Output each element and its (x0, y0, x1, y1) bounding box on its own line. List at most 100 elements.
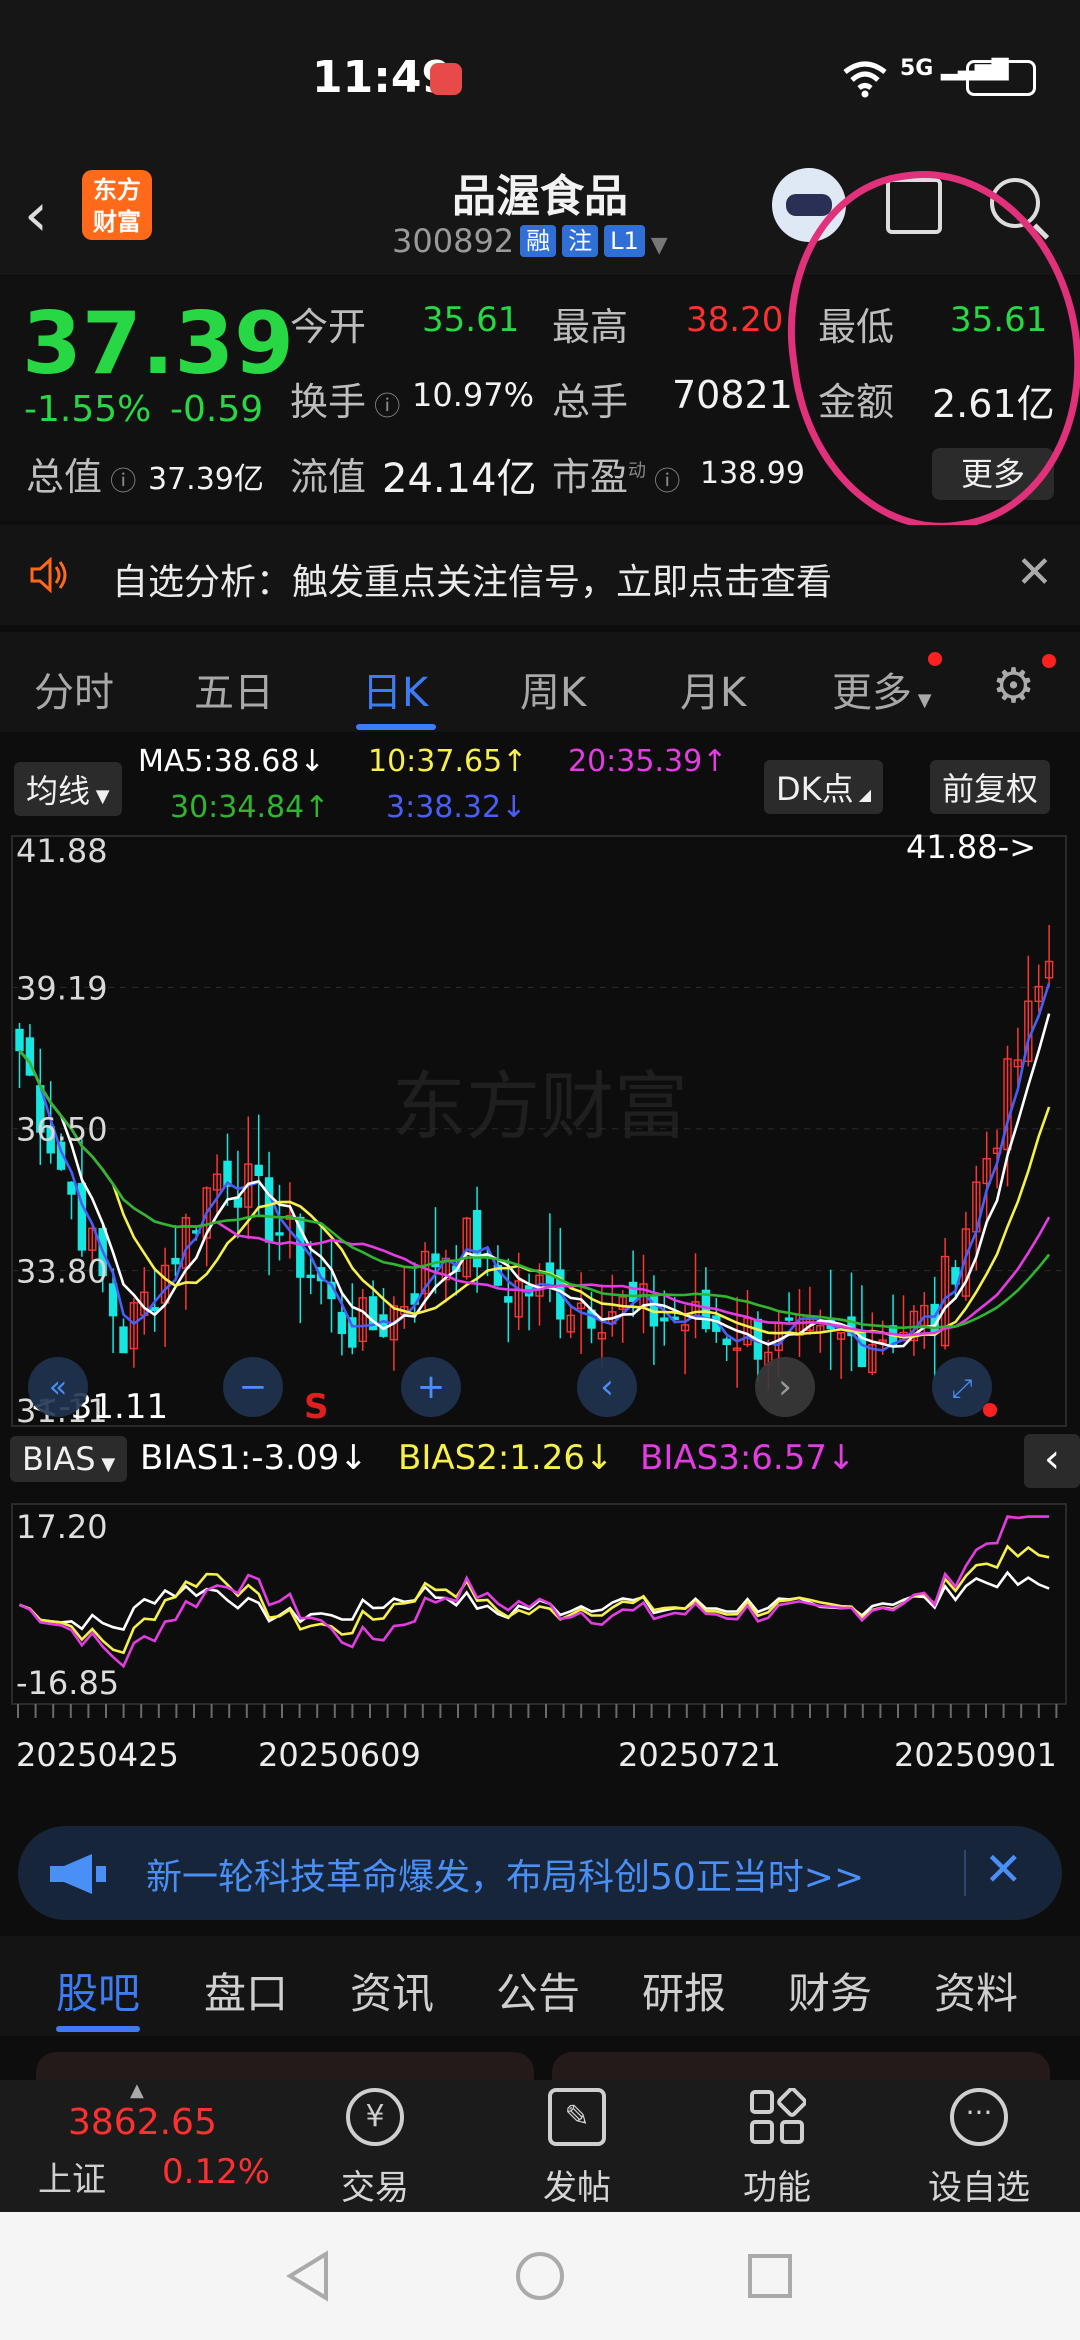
open-label: 今开 (290, 305, 367, 349)
chevron-right-icon: › (778, 1367, 792, 1407)
tab-forum[interactable]: 股吧 (56, 1960, 140, 2021)
date-tick: 20250721 (618, 1736, 781, 1774)
nav-label: 交易 (341, 2168, 409, 2208)
index-value[interactable]: 3862.65 (68, 2102, 217, 2143)
dk-point-button[interactable]: DK点 ◢ (764, 760, 884, 814)
registration-tag: 注 (562, 225, 599, 257)
tab-five-day[interactable]: 五日 (194, 660, 274, 718)
candle-body (67, 1181, 76, 1195)
bias-legend: BIAS ▼ BIAS1:-3.09↓ BIAS2:1.26↓ BIAS3:6.… (0, 1430, 1080, 1490)
x-axis-dates: 20250425 20250609 20250721 20250901 (0, 1736, 1080, 1806)
open-value: 35.61 (422, 300, 520, 340)
nav-functions[interactable]: 功能 (712, 2087, 842, 2209)
red-dot-badge (928, 652, 942, 666)
tab-order-book[interactable]: 盘口 (204, 1960, 288, 2021)
y-tick-label: 39.19 (16, 969, 108, 1007)
market-cap-label[interactable]: 总值 ⓘ (26, 446, 136, 501)
wifi-icon (843, 61, 887, 98)
candle-body (504, 1296, 513, 1303)
tab-announcements[interactable]: 公告 (496, 1960, 580, 2021)
tab-research[interactable]: 研报 (642, 1960, 726, 2021)
red-dot-badge (983, 1403, 997, 1417)
date-tick: 20250609 (258, 1736, 421, 1774)
nav-label: 设自选 (928, 2168, 1030, 2208)
nav-trade[interactable]: ¥ 交易 (310, 2088, 440, 2209)
stock-code-row[interactable]: 300892 融注 L1 ▼ (392, 222, 668, 260)
kline-chart[interactable]: 东方财富 41.8839.1936.5033.8031.11 41.88-> <… (0, 832, 1080, 1736)
ma-selector-button[interactable]: 均线 ▼ (14, 762, 122, 816)
system-recents-icon[interactable] (746, 2252, 794, 2300)
y-tick-label: 41.88 (16, 832, 108, 870)
minus-icon: − (239, 1367, 268, 1407)
indicator-selector-button[interactable]: BIAS ▼ (10, 1436, 128, 1482)
tab-intraday[interactable]: 分时 (34, 660, 114, 718)
status-bar: 11:49 5G ▂▃▅▇ (0, 0, 1080, 150)
collapse-panel-button[interactable]: ‹ (1024, 1434, 1080, 1488)
high-label: 最高 (552, 305, 629, 349)
bias2-label: BIAS2:1.26↓ (398, 1438, 614, 1478)
candle-body (264, 1177, 274, 1243)
close-icon[interactable]: ✕ (1016, 547, 1053, 598)
bias-ytick-bottom: -16.85 (16, 1664, 119, 1702)
bottom-nav: ▲ 3862.65 上证 0.12% ¥ 交易 ✎ 发帖 功能 ··· 设自选 (0, 2080, 1080, 2212)
max-price-annotation: 41.88-> (906, 832, 1036, 866)
ma10-label: 10:37.65↑ (368, 744, 528, 779)
tab-weekly-k[interactable]: 周K (520, 660, 586, 718)
tab-news[interactable]: 资讯 (350, 1960, 434, 2021)
candle-body (233, 1197, 243, 1208)
chevron-up-icon[interactable]: ▲ (130, 2080, 144, 2101)
system-home-icon[interactable] (514, 2250, 566, 2302)
nav-add-watchlist[interactable]: ··· 设自选 (914, 2088, 1044, 2209)
bias3-label: BIAS3:6.57↓ (640, 1438, 856, 1478)
change-percent: -1.55% (24, 389, 152, 430)
nav-label: 发帖 (543, 2168, 611, 2208)
bias-frame (11, 1503, 1067, 1705)
turnover-label[interactable]: 换手 ⓘ (290, 371, 400, 426)
tab-monthly-k[interactable]: 月K (680, 660, 746, 718)
y-tick-label: 33.80 (16, 1253, 108, 1291)
notice-bar[interactable]: 自选分析：触发重点关注信号，立即点击查看 ✕ (0, 525, 1080, 625)
float-cap-label: 流值 (290, 455, 367, 499)
index-change: 0.12% (162, 2152, 271, 2192)
nav-post[interactable]: ✎ 发帖 (512, 2088, 642, 2209)
tab-daily-k[interactable]: 日K (362, 660, 428, 718)
pe-label[interactable]: 市盈动 ⓘ (552, 446, 680, 501)
speaker-icon (30, 556, 67, 594)
last-price: 37.39 (22, 294, 295, 394)
price-adjust-button[interactable]: 前复权 (930, 760, 1051, 814)
system-nav-bar (0, 2212, 1080, 2340)
candle-body (722, 1338, 731, 1346)
bias-line (18, 1515, 1050, 1669)
candle-body (660, 1317, 669, 1322)
notice-text: 自选分析：触发重点关注信号，立即点击查看 (112, 562, 833, 603)
nav-label: 功能 (743, 2168, 811, 2208)
market-cap-value: 37.39亿 (148, 462, 264, 497)
y-tick-label: 36.50 (16, 1111, 108, 1149)
pe-value: 138.99 (700, 456, 805, 491)
red-dot-badge (1042, 654, 1056, 668)
expand-icon: ⤢ (952, 1374, 973, 1404)
active-tab-indicator (356, 724, 436, 730)
candle-body (171, 1257, 180, 1265)
candle-body (254, 1164, 263, 1177)
close-icon[interactable]: ✕ (984, 1842, 1023, 1896)
tab-profile[interactable]: 资料 (934, 1960, 1018, 2021)
grid-icon (748, 2087, 807, 2146)
gear-icon[interactable]: ⚙ (992, 658, 1035, 714)
ma3-label: 3:38.32↓ (386, 790, 527, 825)
ma30-label: 30:34.84↑ (170, 790, 330, 825)
promo-banner[interactable]: 新一轮科技革命爆发，布局科创50正当时>> ✕ (18, 1826, 1062, 1920)
tab-more[interactable]: 更多 ▼ (832, 652, 942, 718)
battery-icon (966, 60, 1036, 96)
index-name: 上证 (38, 2160, 106, 2200)
candle-body (108, 1283, 118, 1317)
tab-financials[interactable]: 财务 (788, 1960, 872, 2021)
double-chevron-left-icon: « (49, 1370, 67, 1405)
stock-code: 300892 (392, 222, 515, 260)
banner-text: 新一轮科技革命爆发，布局科创50正当时>> (146, 1857, 865, 1898)
notification-icon (430, 63, 462, 95)
change-amount: -0.59 (170, 389, 264, 430)
ma20-label: 20:35.39↑ (568, 744, 728, 779)
system-back-icon[interactable] (284, 2250, 332, 2302)
turnover-value: 10.97% (412, 376, 535, 414)
